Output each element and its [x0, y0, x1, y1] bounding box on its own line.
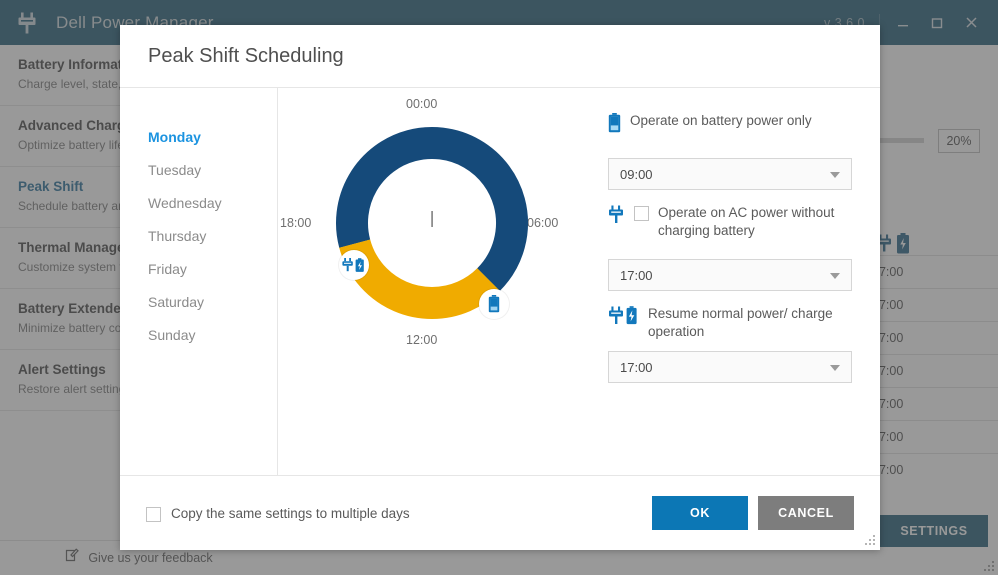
dialog-header: Peak Shift Scheduling — [120, 25, 880, 88]
control-header: Operate on AC power without charging bat… — [608, 204, 852, 244]
dialog-title: Peak Shift Scheduling — [148, 44, 344, 67]
chevron-down-icon — [830, 172, 840, 178]
day-item-wednesday[interactable]: Wednesday — [148, 187, 277, 220]
clock-label-1800: 18:00 — [280, 216, 312, 230]
ac-no-charge-checkbox[interactable] — [634, 206, 649, 221]
app-window: Dell Power Manager v 3.6.0 Battery Infor… — [0, 0, 998, 575]
control-label: Operate on battery power only — [630, 113, 812, 128]
day-item-saturday[interactable]: Saturday — [148, 286, 277, 319]
resume-handle[interactable] — [339, 250, 369, 280]
dialog-buttons: OK CANCEL — [652, 496, 854, 530]
ac-start-time-select[interactable]: 17:00 — [608, 259, 852, 291]
chevron-down-icon — [830, 273, 840, 279]
ok-button[interactable]: OK — [652, 496, 748, 530]
copy-settings-row[interactable]: Copy the same settings to multiple days — [146, 505, 410, 522]
dialog-footer: Copy the same settings to multiple days … — [120, 475, 880, 550]
clock-tick-midnight — [431, 211, 433, 227]
clock-label-1200: 12:00 — [406, 333, 438, 347]
day-item-monday[interactable]: Monday — [148, 121, 277, 154]
day-item-thursday[interactable]: Thursday — [148, 220, 277, 253]
battery-handle[interactable] — [479, 289, 509, 319]
clock-label-0000: 00:00 — [406, 97, 438, 111]
copy-settings-label: Copy the same settings to multiple days — [171, 505, 410, 521]
chevron-down-icon — [830, 365, 840, 371]
select-value: 09:00 — [620, 166, 653, 182]
plug-icon — [608, 204, 625, 230]
plug-battery-icon — [608, 305, 639, 331]
day-item-sunday[interactable]: Sunday — [148, 319, 277, 352]
day-item-tuesday[interactable]: Tuesday — [148, 154, 277, 187]
donut-ring[interactable] — [327, 118, 537, 328]
resume-time-select[interactable]: 17:00 — [608, 351, 852, 383]
control-group-resume-normal: Resume normal power/ charge operation 17… — [608, 305, 852, 383]
day-item-friday[interactable]: Friday — [148, 253, 277, 286]
control-group-battery-only: Operate on battery power only 09:00 — [608, 112, 852, 190]
cancel-button[interactable]: CANCEL — [758, 496, 854, 530]
dialog-body: Monday Tuesday Wednesday Thursday Friday… — [120, 88, 880, 475]
battery-start-time-select[interactable]: 09:00 — [608, 158, 852, 190]
schedule-controls: Operate on battery power only 09:00 Oper… — [594, 88, 880, 475]
select-value: 17:00 — [620, 359, 653, 375]
control-group-ac-no-charge: Operate on AC power without charging bat… — [608, 204, 852, 291]
dialog-resize-grip[interactable] — [863, 533, 875, 545]
schedule-clock: 00:00 06:00 12:00 18:00 — [278, 88, 594, 475]
battery-icon — [608, 112, 621, 138]
control-header: Resume normal power/ charge operation — [608, 305, 852, 345]
select-value: 17:00 — [620, 267, 653, 283]
control-header: Operate on battery power only — [608, 112, 852, 152]
control-label: Operate on AC power without charging bat… — [658, 205, 835, 238]
copy-settings-checkbox[interactable] — [146, 506, 161, 522]
peak-shift-dialog: Peak Shift Scheduling Monday Tuesday Wed… — [120, 25, 880, 550]
control-label: Resume normal power/ charge operation — [648, 306, 833, 339]
day-list: Monday Tuesday Wednesday Thursday Friday… — [120, 88, 278, 475]
